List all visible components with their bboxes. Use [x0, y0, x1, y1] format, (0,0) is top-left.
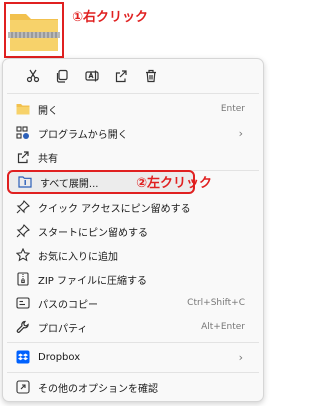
open-with-icon: [15, 125, 31, 141]
chevron-right-icon: ›: [238, 126, 243, 140]
menu-separator: [7, 170, 259, 171]
pin-icon: [15, 223, 31, 239]
zip-icon: [15, 271, 31, 287]
context-menu: 開く Enter プログラムから開く › 共有 すべて展開... クイック アク…: [2, 58, 264, 402]
menu-separator: [7, 372, 259, 373]
cut-icon[interactable]: [21, 65, 45, 87]
menu-item-pin-start[interactable]: スタートにピン留めする: [7, 220, 259, 242]
folder-open-icon: [15, 101, 31, 117]
copy-path-icon: [15, 295, 31, 311]
chevron-right-icon: ›: [238, 350, 243, 364]
zip-folder-icon[interactable]: [4, 2, 64, 58]
menu-item-copy-path[interactable]: パスのコピー Ctrl+Shift+C: [7, 292, 259, 314]
annotation-right-click: ①右クリック: [72, 10, 149, 25]
menu-separator: [7, 342, 259, 343]
star-icon: [15, 247, 31, 263]
menu-item-compress-zip[interactable]: ZIP ファイルに圧縮する: [7, 268, 259, 290]
more-options-icon: [15, 379, 31, 395]
menu-item-dropbox[interactable]: Dropbox ›: [7, 346, 259, 368]
menu-separator: [7, 93, 259, 94]
menu-item-more-options[interactable]: その他のオプションを確認: [7, 376, 259, 398]
extract-all-icon: [17, 174, 33, 190]
menu-item-properties[interactable]: プロパティ Alt+Enter: [7, 316, 259, 338]
menu-item-open-with[interactable]: プログラムから開く ›: [7, 122, 259, 144]
rename-icon[interactable]: [80, 65, 104, 87]
wrench-icon: [15, 319, 31, 335]
share-icon: [15, 149, 31, 165]
copy-icon[interactable]: [50, 65, 74, 87]
menu-item-share[interactable]: 共有: [7, 146, 259, 168]
share-icon[interactable]: [109, 65, 133, 87]
menu-toolbar: [3, 59, 263, 93]
menu-item-pin-quick-access[interactable]: クイック アクセスにピン留めする: [7, 196, 259, 218]
pin-icon: [15, 199, 31, 215]
dropbox-icon: [15, 349, 31, 365]
annotation-left-click: ②左クリック: [136, 176, 213, 191]
menu-item-open[interactable]: 開く Enter: [7, 98, 259, 120]
delete-icon[interactable]: [139, 65, 163, 87]
menu-item-add-favorites[interactable]: お気に入りに追加: [7, 244, 259, 266]
